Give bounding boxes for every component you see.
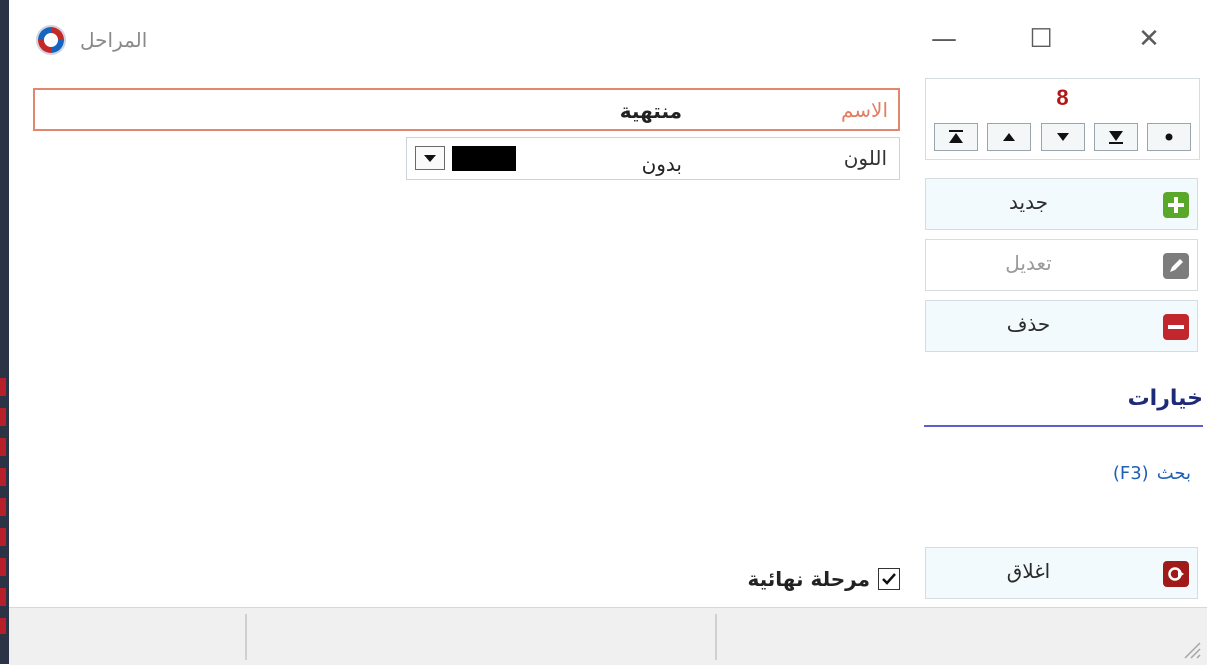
options-underline — [924, 425, 1203, 427]
exit-icon — [1163, 561, 1189, 587]
navigator-buttons — [934, 123, 1191, 155]
close-window-button[interactable]: ✕ — [1119, 18, 1179, 60]
color-field[interactable]: اللون بدون — [406, 137, 900, 180]
search-link[interactable]: بحث (F3) — [1113, 463, 1191, 484]
color-dropdown-button[interactable] — [415, 146, 445, 170]
record-count: 8 — [1056, 85, 1069, 110]
record-navigator: 8 — [925, 78, 1200, 160]
title-wrap: المراحل — [34, 22, 147, 58]
arrow-up-icon — [1003, 133, 1016, 141]
first-record-button[interactable] — [1093, 123, 1138, 151]
last-record-icon — [949, 130, 963, 143]
first-record-icon — [1108, 131, 1123, 144]
title-bar[interactable]: المراحل — ☐ ✕ — [9, 0, 1207, 78]
name-label: الاسم — [840, 98, 888, 122]
status-separator — [245, 614, 247, 660]
color-value: بدون — [641, 152, 682, 176]
new-button-label: جديد — [1009, 190, 1048, 214]
window-left-border — [0, 0, 9, 664]
close-button-label: اغلاق — [1006, 559, 1051, 583]
arrow-down-icon — [1056, 133, 1069, 141]
delete-button[interactable]: حذف — [925, 300, 1198, 352]
options-heading: خيارات — [1127, 386, 1203, 411]
name-input-value[interactable]: منتهية — [35, 99, 682, 123]
current-record-button[interactable] — [1147, 123, 1191, 151]
stages-window: المراحل — ☐ ✕ 8 جديد تعديل حذف خيارات بح… — [0, 0, 1207, 665]
chevron-down-icon — [424, 155, 436, 162]
edit-button-label: تعديل — [1005, 251, 1052, 275]
minimize-button[interactable]: — — [914, 18, 974, 60]
app-logo-icon — [34, 23, 68, 57]
color-label: اللون — [843, 146, 887, 170]
dot-icon — [1165, 133, 1173, 141]
final-stage-checkbox[interactable] — [878, 568, 900, 590]
name-field[interactable]: الاسم منتهية — [33, 88, 900, 131]
checkmark-icon — [882, 573, 896, 585]
final-stage-option[interactable]: مرحلة نهائية — [747, 567, 900, 591]
close-icon: ✕ — [1138, 24, 1160, 54]
plus-icon — [1163, 192, 1189, 218]
delete-button-label: حذف — [1006, 312, 1051, 336]
status-bar — [9, 607, 1207, 665]
close-button[interactable]: اغلاق — [925, 547, 1198, 599]
new-button[interactable]: جديد — [925, 178, 1198, 230]
search-label: بحث — [1156, 463, 1191, 484]
minus-icon — [1163, 314, 1189, 340]
maximize-icon: ☐ — [1029, 24, 1053, 54]
window-title: المراحل — [80, 28, 148, 52]
status-separator — [715, 614, 717, 660]
minimize-icon: — — [931, 24, 957, 54]
final-stage-label: مرحلة نهائية — [747, 567, 870, 591]
border-stripe — [0, 378, 6, 634]
search-shortcut: (F3) — [1112, 463, 1149, 484]
maximize-button[interactable]: ☐ — [1011, 18, 1071, 60]
resize-grip-icon[interactable] — [1179, 637, 1201, 659]
color-swatch — [452, 146, 516, 171]
edit-button[interactable]: تعديل — [925, 239, 1198, 291]
pencil-icon — [1163, 253, 1189, 279]
prev-record-button[interactable] — [1040, 123, 1085, 151]
last-record-button[interactable] — [934, 123, 978, 151]
next-record-button[interactable] — [987, 123, 1032, 151]
